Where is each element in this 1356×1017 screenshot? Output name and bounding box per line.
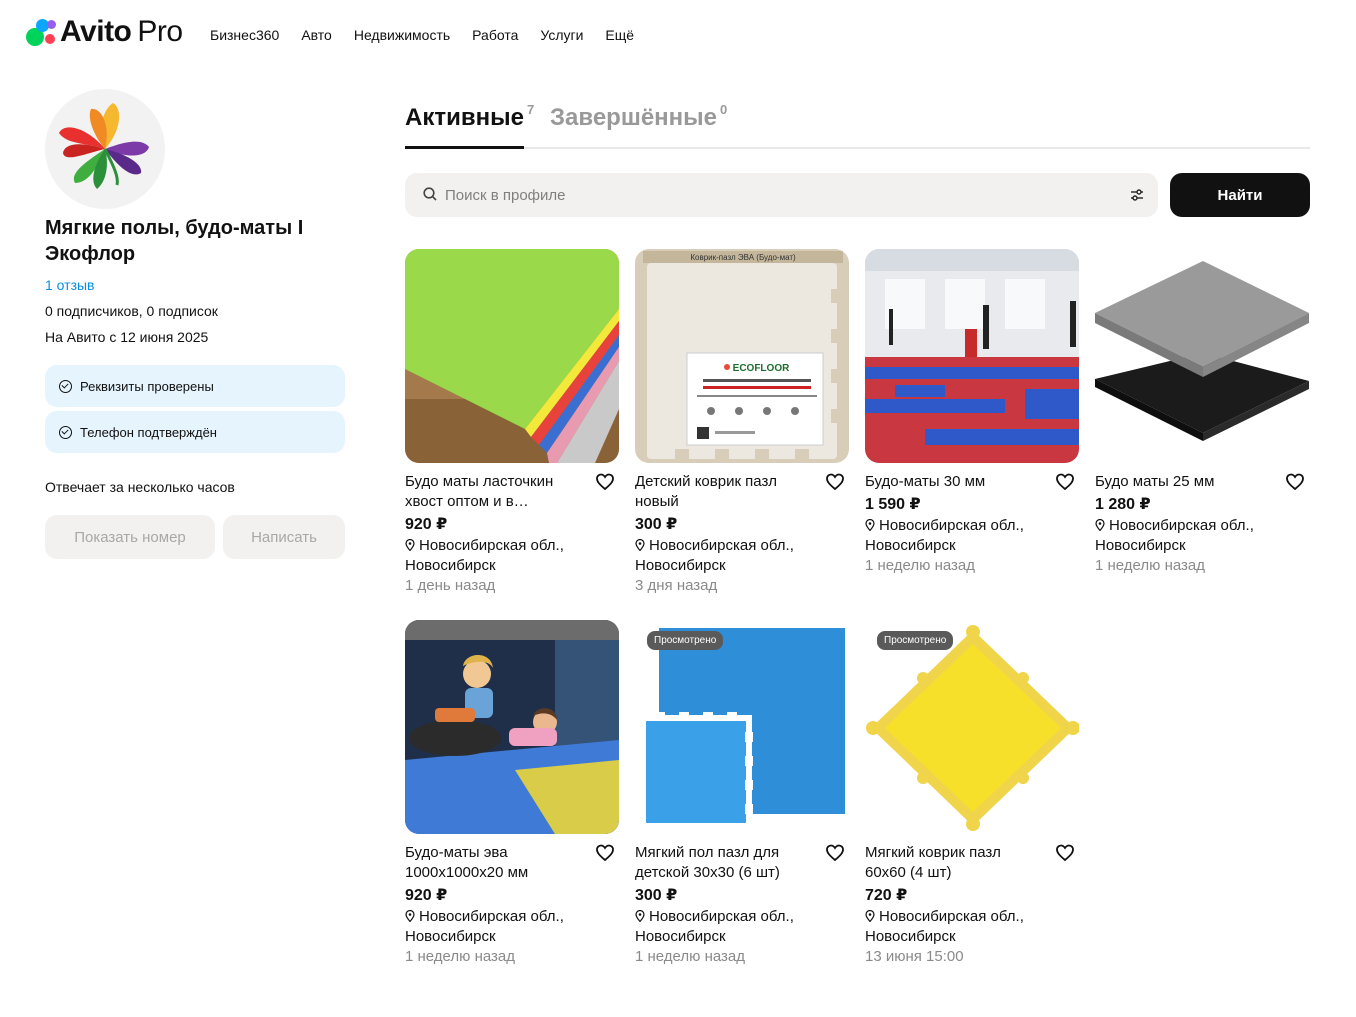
- listing-card[interactable]: Будо-маты эва 1000х1000х20 мм 920 ₽ Ново…: [405, 620, 619, 967]
- listing-card[interactable]: Будо маты 25 мм 1 280 ₽ Новосибирская об…: [1095, 249, 1309, 576]
- listing-title[interactable]: Будо-маты 30 мм: [865, 472, 1035, 492]
- listing-location: Новосибирская обл., Новосибирск: [405, 537, 564, 574]
- nav-item-business360[interactable]: Бизнес360: [210, 27, 279, 43]
- location-pin-icon: [635, 539, 645, 551]
- filter-sliders-icon[interactable]: [1130, 188, 1144, 202]
- tab-active[interactable]: Активные 7: [405, 102, 535, 132]
- listing-date: 1 неделю назад: [865, 557, 976, 574]
- show-phone-button[interactable]: Показать номер: [45, 515, 215, 559]
- heart-favorite-icon[interactable]: [1285, 472, 1305, 492]
- listing-price: 920 ₽: [405, 516, 448, 533]
- listing-title[interactable]: Будо маты ласточкин хвост оптом и в…: [405, 472, 575, 512]
- active-tab-underline: [405, 146, 524, 149]
- location-pin-icon: [635, 910, 645, 922]
- heart-favorite-icon[interactable]: [825, 472, 845, 492]
- listing-title[interactable]: Будо маты 25 мм: [1095, 472, 1265, 492]
- heart-favorite-icon[interactable]: [1055, 472, 1075, 492]
- listing-photo[interactable]: Коврик-пазл ЭВА (Будо-мат) ECOFLOOR: [635, 249, 849, 463]
- search-icon: [423, 187, 437, 201]
- listing-location: Новосибирская обл., Новосибирск: [635, 537, 794, 574]
- listing-title[interactable]: Мягкий коврик пазл 60х60 (4 шт): [865, 843, 1035, 883]
- nav-item-realty[interactable]: Недвижимость: [354, 27, 450, 43]
- top-header: Avito Pro Бизнес360 Авто Недвижимость Раб…: [0, 0, 1356, 70]
- location-pin-icon: [865, 910, 875, 922]
- listing-photo[interactable]: Просмотрено: [865, 620, 1079, 834]
- listing-photo[interactable]: [405, 620, 619, 834]
- nav-item-services[interactable]: Услуги: [540, 27, 583, 43]
- listing-location: Новосибирская обл., Новосибирск: [865, 517, 1024, 554]
- viewed-badge: Просмотрено: [647, 631, 724, 650]
- logo-brand: Avito: [60, 15, 132, 48]
- check-circle-icon: [59, 425, 72, 439]
- verify-label: Телефон подтверждён: [80, 424, 217, 440]
- ecofloor-brand-text: ECOFLOOR: [733, 363, 790, 374]
- listing-tabs: Активные 7 Завершённые 0: [405, 100, 1310, 149]
- listing-date: 1 неделю назад: [635, 948, 746, 965]
- nav-item-more[interactable]: Ещё: [605, 27, 634, 43]
- listing-location: Новосибирская обл., Новосибирск: [865, 908, 1024, 945]
- listing-card[interactable]: Будо маты ласточкин хвост оптом и в… 920…: [405, 249, 619, 596]
- listing-card[interactable]: Коврик-пазл ЭВА (Будо-мат) ECOFLOOR Детс…: [635, 249, 849, 596]
- seller-avatar: [45, 89, 165, 209]
- search-submit-button[interactable]: Найти: [1170, 173, 1310, 217]
- main-nav: Бизнес360 Авто Недвижимость Работа Услуг…: [210, 27, 634, 43]
- listing-price: 300 ₽: [635, 516, 678, 533]
- tab-completed[interactable]: Завершённые 0: [550, 102, 728, 132]
- listing-date: 1 неделю назад: [405, 948, 516, 965]
- heart-favorite-icon[interactable]: [825, 843, 845, 863]
- listing-photo[interactable]: [865, 249, 1079, 463]
- location-pin-icon: [1095, 519, 1105, 531]
- avito-pro-logo[interactable]: Avito Pro: [26, 15, 183, 49]
- search-input[interactable]: [445, 173, 1115, 217]
- listing-photo[interactable]: [405, 249, 619, 463]
- verify-requisites-badge: Реквизиты проверены: [45, 365, 345, 407]
- listing-location: Новосибирская обл., Новосибирск: [405, 908, 564, 945]
- listing-card[interactable]: Просмотрено Мягкий пол пазл для детской …: [635, 620, 849, 967]
- tab-active-count: 7: [526, 102, 535, 117]
- avito-dots-icon: [26, 17, 58, 47]
- reviews-link[interactable]: 1 отзыв: [45, 277, 95, 293]
- location-pin-icon: [405, 539, 415, 551]
- listing-date: 1 день назад: [405, 577, 496, 594]
- listing-title[interactable]: Будо-маты эва 1000х1000х20 мм: [405, 843, 575, 883]
- nav-item-auto[interactable]: Авто: [301, 27, 332, 43]
- listing-date: 1 неделю назад: [1095, 557, 1206, 574]
- seller-name: Мягкие полы, будо-маты I Экофлор: [45, 217, 304, 265]
- nav-item-jobs[interactable]: Работа: [472, 27, 518, 43]
- box-label-text: Коврик-пазл ЭВА (Будо-мат): [690, 253, 796, 262]
- location-pin-icon: [865, 519, 875, 531]
- logo-suffix: Pro: [137, 15, 183, 48]
- verify-phone-badge: Телефон подтверждён: [45, 411, 345, 453]
- listing-date: 3 дня назад: [635, 577, 718, 594]
- verify-label: Реквизиты проверены: [80, 378, 214, 394]
- listing-price: 300 ₽: [635, 887, 678, 904]
- listing-location: Новосибирская обл., Новосибирск: [635, 908, 794, 945]
- listing-price: 1 280 ₽: [1095, 496, 1151, 513]
- listing-photo[interactable]: [1095, 249, 1309, 463]
- listing-title[interactable]: Детский коврик пазл новый: [635, 472, 805, 512]
- member-since: На Авито с 12 июня 2025: [45, 329, 209, 345]
- listing-location: Новосибирская обл., Новосибирск: [1095, 517, 1254, 554]
- listing-price: 1 590 ₽: [865, 496, 921, 513]
- listing-price: 720 ₽: [865, 887, 908, 904]
- subscribers-count: 0 подписчиков, 0 подписок: [45, 303, 218, 319]
- response-time: Отвечает за несколько часов: [45, 479, 235, 495]
- profile-search-bar: [405, 173, 1158, 217]
- listing-card[interactable]: Просмотрено Мягкий коврик пазл 60х60 (4 …: [865, 620, 1079, 967]
- write-message-button[interactable]: Написать: [223, 515, 345, 559]
- tab-completed-count: 0: [720, 102, 728, 117]
- heart-favorite-icon[interactable]: [595, 843, 615, 863]
- listing-card[interactable]: Будо-маты 30 мм 1 590 ₽ Новосибирская об…: [865, 249, 1079, 576]
- heart-favorite-icon[interactable]: [595, 472, 615, 492]
- listing-date: 13 июня 15:00: [865, 948, 964, 965]
- location-pin-icon: [405, 910, 415, 922]
- viewed-badge: Просмотрено: [877, 631, 954, 650]
- listing-price: 920 ₽: [405, 887, 448, 904]
- listing-photo[interactable]: Просмотрено: [635, 620, 849, 834]
- check-circle-icon: [59, 379, 72, 393]
- heart-favorite-icon[interactable]: [1055, 843, 1075, 863]
- listing-title[interactable]: Мягкий пол пазл для детской 30х30 (6 шт): [635, 843, 805, 883]
